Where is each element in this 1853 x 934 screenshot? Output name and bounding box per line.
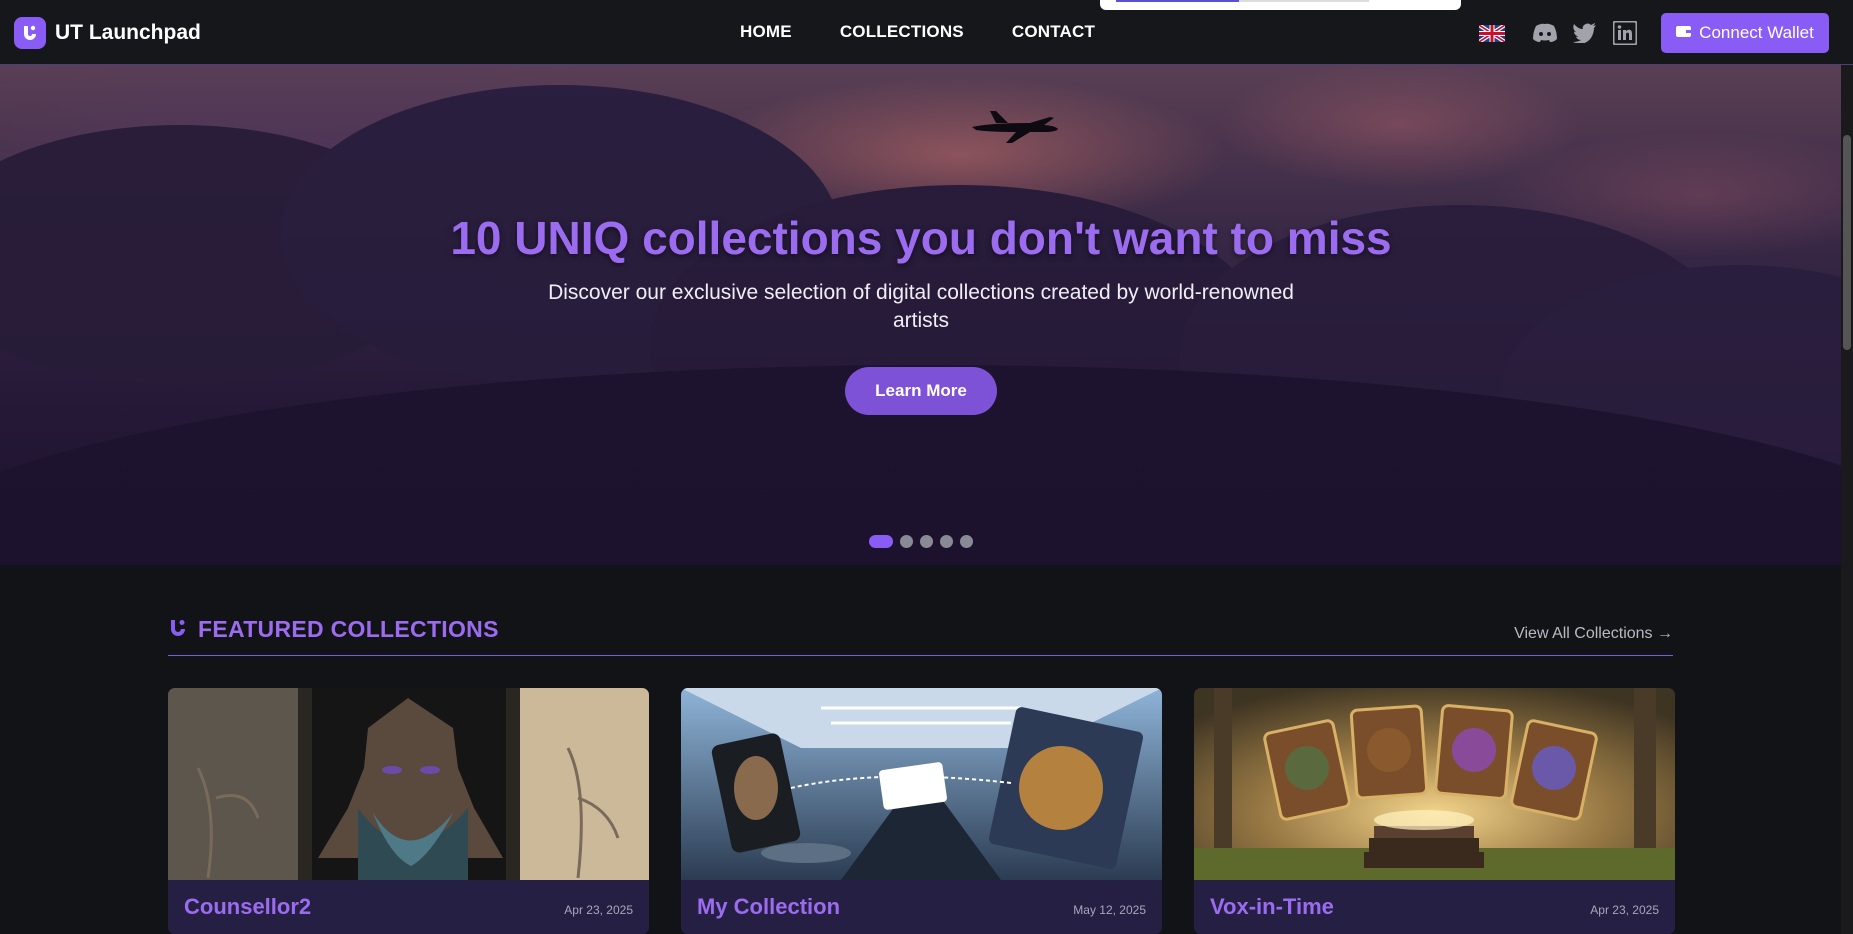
nav-right: Connect Wallet	[1477, 13, 1829, 53]
collection-card[interactable]: Vox-in-Time Apr 23, 2025	[1194, 688, 1675, 934]
brand-name: UT Launchpad	[55, 21, 201, 44]
connect-wallet-label: Connect Wallet	[1699, 23, 1814, 42]
twitter-icon[interactable]	[1571, 19, 1599, 47]
collection-card[interactable]: My Collection May 12, 2025	[681, 688, 1162, 934]
wallet-icon	[1676, 23, 1692, 43]
scroll-thumb[interactable]	[1843, 135, 1851, 350]
page-scrollbar[interactable]	[1841, 65, 1853, 934]
airplane-icon	[972, 111, 1058, 143]
collection-image-my-collection	[681, 688, 1162, 880]
learn-more-button[interactable]: Learn More	[845, 367, 997, 415]
hero-subtitle: Discover our exclusive selection of digi…	[548, 281, 1294, 332]
uk-flag-icon[interactable]	[1477, 22, 1507, 44]
collection-cards: Counsellor2 Apr 23, 2025 My Collection M…	[168, 688, 1675, 934]
loading-popup	[1100, 0, 1461, 10]
nav-home-link[interactable]: HOME	[740, 22, 792, 42]
brand-mark-icon	[168, 618, 188, 643]
main-nav: HOME COLLECTIONS CONTACT	[740, 22, 1095, 42]
brand-logo-icon	[14, 17, 46, 49]
collection-date: May 12, 2025	[1073, 903, 1146, 917]
featured-collections-title: FEATURED COLLECTIONS	[198, 616, 499, 642]
collection-image-vox-in-time	[1194, 688, 1675, 880]
connect-wallet-button[interactable]: Connect Wallet	[1661, 13, 1829, 53]
carousel-dot-2[interactable]	[900, 535, 913, 548]
hero-carousel: 10 UNIQ collections you don't want to mi…	[0, 65, 1853, 565]
top-navbar: UT Launchpad HOME COLLECTIONS CONTACT Co…	[0, 0, 1853, 65]
carousel-dot-5[interactable]	[960, 535, 973, 548]
view-all-collections-link[interactable]: View All Collections →	[1514, 625, 1673, 643]
linkedin-icon[interactable]	[1611, 19, 1639, 47]
collection-title: Counsellor2	[184, 894, 312, 919]
collection-card[interactable]: Counsellor2 Apr 23, 2025	[168, 688, 649, 934]
nav-contact-link[interactable]: CONTACT	[1012, 22, 1095, 42]
collection-image-counsellor	[168, 688, 649, 880]
hero-title: 10 UNIQ collections you don't want to mi…	[450, 212, 1392, 264]
carousel-indicators	[869, 535, 973, 548]
collection-date: Apr 23, 2025	[1590, 903, 1659, 917]
carousel-dot-4[interactable]	[940, 535, 953, 548]
carousel-dot-3[interactable]	[920, 535, 933, 548]
collection-title: My Collection	[697, 894, 841, 919]
featured-collections-header: FEATURED COLLECTIONS View All Collection…	[168, 614, 1673, 656]
discord-icon[interactable]	[1531, 19, 1559, 47]
carousel-dot-1[interactable]	[869, 535, 893, 548]
nav-collections-link[interactable]: COLLECTIONS	[840, 22, 964, 42]
collection-date: Apr 23, 2025	[564, 903, 633, 917]
brand[interactable]: UT Launchpad	[14, 17, 201, 49]
collection-title: Vox-in-Time	[1210, 894, 1334, 919]
